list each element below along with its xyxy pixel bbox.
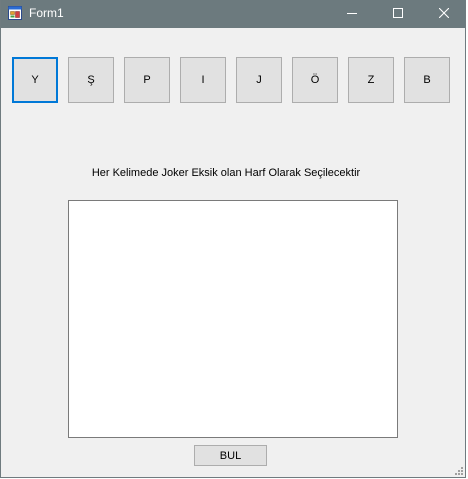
letter-button-s-cedilla[interactable]: Ş (68, 57, 114, 103)
form-app-icon (8, 6, 22, 20)
close-button[interactable] (421, 0, 467, 28)
maximize-icon (393, 7, 403, 21)
letter-button-p[interactable]: P (124, 57, 170, 103)
title-bar[interactable]: Form1 (1, 0, 465, 28)
letter-button-o-umlaut[interactable]: Ö (292, 57, 338, 103)
resize-grip-icon[interactable] (453, 465, 463, 475)
close-icon (438, 7, 450, 21)
instruction-label: Her Kelimede Joker Eksik olan Harf Olara… (91, 167, 361, 179)
letter-button-i[interactable]: I (180, 57, 226, 103)
minimize-icon (347, 8, 357, 21)
letter-button-b[interactable]: B (404, 57, 450, 103)
minimize-button[interactable] (329, 0, 375, 28)
window-title: Form1 (29, 6, 64, 20)
letter-button-y[interactable]: Y (12, 57, 58, 103)
letter-button-j[interactable]: J (236, 57, 282, 103)
results-textbox[interactable] (68, 200, 398, 438)
form-window: Form1 Y Ş P I J Ö Z B Her Kelimede Joker… (0, 0, 466, 478)
maximize-button[interactable] (375, 0, 421, 28)
find-button[interactable]: BUL (194, 445, 267, 466)
letter-button-z[interactable]: Z (348, 57, 394, 103)
